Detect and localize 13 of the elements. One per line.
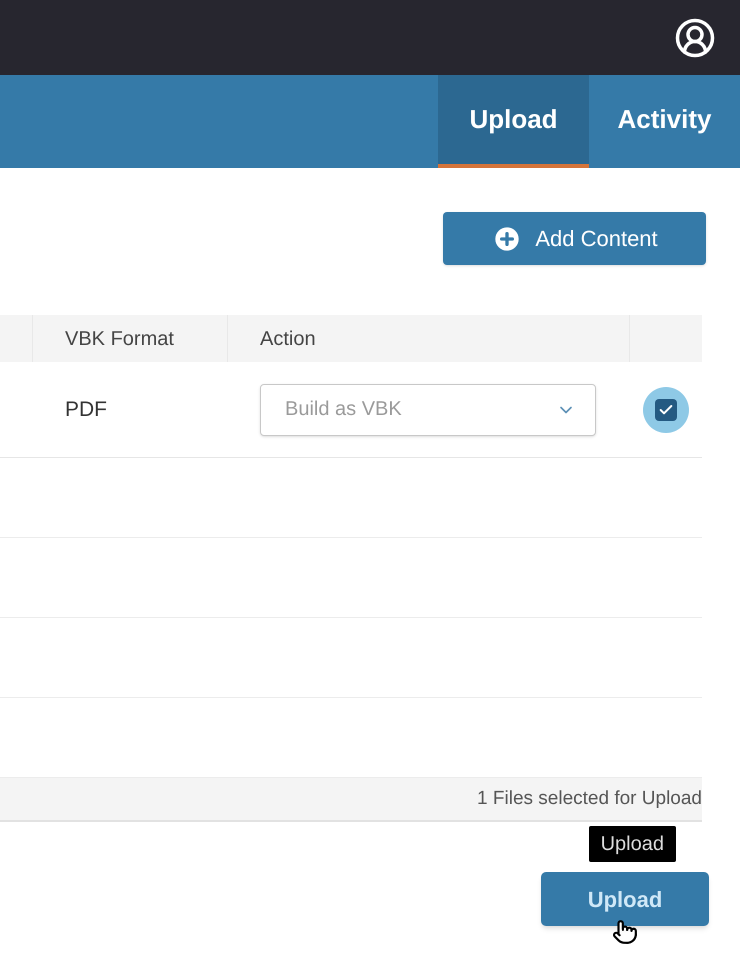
add-content-button[interactable]: Add Content (443, 212, 706, 265)
tooltip: Upload (588, 826, 676, 862)
status-text: 1 Files selected for Upload (477, 786, 702, 811)
nav-tab[interactable]: Activity (589, 75, 740, 168)
nav-tab[interactable]: Upload (438, 75, 589, 168)
pointer-cursor-icon (612, 918, 638, 946)
column-header: VBK Format (65, 326, 174, 352)
account-icon[interactable] (674, 16, 716, 58)
table-cell: PDF (65, 398, 107, 421)
column-header: Action (260, 326, 316, 352)
action-select[interactable]: Build as VBK (260, 384, 596, 436)
row-checkbox[interactable] (643, 386, 689, 432)
upload-button[interactable]: Upload (541, 872, 709, 926)
